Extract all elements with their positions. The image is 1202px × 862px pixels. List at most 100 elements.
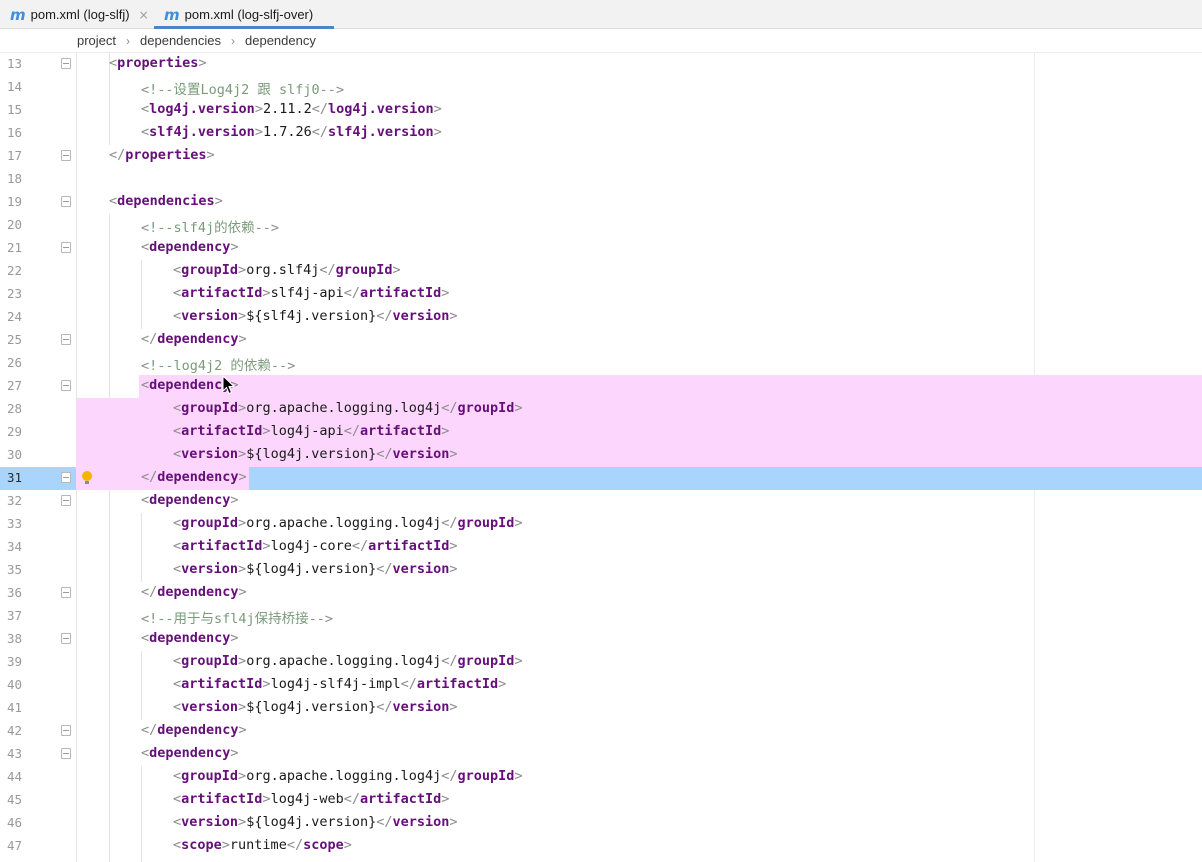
code-line[interactable]: 47 <scope>runtime</scope> bbox=[0, 835, 1202, 858]
code-line[interactable]: 30 <version>${log4j.version}</version> bbox=[0, 444, 1202, 467]
code-line[interactable]: 26 <!--log4j2 的依赖--> bbox=[0, 352, 1202, 375]
close-icon[interactable]: × bbox=[139, 8, 149, 22]
xml-tag-name: version bbox=[181, 814, 239, 830]
code-text: <artifactId>log4j-web</artifactId> bbox=[173, 791, 449, 807]
breadcrumb-item-project[interactable]: project bbox=[77, 33, 116, 48]
fold-toggle-icon[interactable] bbox=[61, 380, 71, 391]
code-editor[interactable]: 13 <properties> 14 <!--设置Log4j2 跟 slfj0--> 1… bbox=[0, 53, 1202, 862]
fold-toggle-icon[interactable] bbox=[61, 633, 71, 644]
xml-bracket: > bbox=[238, 262, 247, 278]
xml-text-value: log4j-web bbox=[270, 791, 344, 807]
xml-bracket: > bbox=[514, 515, 523, 531]
breadcrumb-separator: › bbox=[126, 33, 131, 48]
code-line[interactable]: 36 </dependency> bbox=[0, 582, 1202, 605]
code-line[interactable]: 28 <groupId>org.apache.logging.log4j</gro… bbox=[0, 398, 1202, 421]
code-line[interactable]: 24 <version>${slf4j.version}</version> bbox=[0, 306, 1202, 329]
fold-toggle-icon[interactable] bbox=[61, 196, 71, 207]
code-line[interactable]: 38 <dependency> bbox=[0, 628, 1202, 651]
line-number: 37 bbox=[6, 608, 22, 623]
code-line[interactable]: 43 <dependency> bbox=[0, 743, 1202, 766]
line-number: 25 bbox=[6, 332, 22, 347]
xml-bracket: < bbox=[173, 423, 182, 439]
fold-toggle-icon[interactable] bbox=[61, 725, 71, 736]
breadcrumb-item-dependencies[interactable]: dependencies bbox=[140, 33, 221, 48]
code-line[interactable]: 14 <!--设置Log4j2 跟 slfj0--> bbox=[0, 76, 1202, 99]
xml-tag-name: dependency bbox=[149, 377, 231, 393]
fold-toggle-icon[interactable] bbox=[61, 495, 71, 506]
code-line[interactable]: 17 </properties> bbox=[0, 145, 1202, 168]
code-line[interactable]: 15 <log4j.version>2.11.2</log4j.version> bbox=[0, 99, 1202, 122]
code-line[interactable]: 29 <artifactId>log4j-api</artifactId> bbox=[0, 421, 1202, 444]
xml-bracket: </ bbox=[311, 124, 328, 140]
xml-tag-name: groupId bbox=[181, 515, 239, 531]
line-number: 42 bbox=[6, 723, 22, 738]
code-line[interactable]: 44 <groupId>org.apache.logging.log4j</gro… bbox=[0, 766, 1202, 789]
xml-tag-name: scope bbox=[181, 837, 222, 853]
code-line[interactable]: 35 <version>${log4j.version}</version> bbox=[0, 559, 1202, 582]
fold-toggle-icon[interactable] bbox=[61, 334, 71, 345]
code-line[interactable]: 41 <version>${log4j.version}</version> bbox=[0, 697, 1202, 720]
code-line[interactable]: 16 <slf4j.version>1.7.26</slf4j.version> bbox=[0, 122, 1202, 145]
fold-toggle-icon[interactable] bbox=[61, 748, 71, 759]
tab-pom-log-slfj[interactable]: m pom.xml (log-slfj) × bbox=[10, 0, 149, 29]
line-number: 21 bbox=[6, 240, 22, 255]
fold-toggle-icon[interactable] bbox=[61, 242, 71, 253]
code-line[interactable]: 13 <properties> bbox=[0, 53, 1202, 76]
code-line[interactable]: 45 <artifactId>log4j-web</artifactId> bbox=[0, 789, 1202, 812]
code-line[interactable]: 19 <dependencies> bbox=[0, 191, 1202, 214]
xml-text-value: org.apache.logging.log4j bbox=[246, 768, 442, 784]
xml-tag-name: groupId bbox=[335, 262, 393, 278]
xml-bracket: > bbox=[238, 400, 247, 416]
code-line[interactable]: 37 <!--用于与sfl4j保持桥接--> bbox=[0, 605, 1202, 628]
xml-bracket: > bbox=[449, 308, 458, 324]
fold-toggle-icon[interactable] bbox=[61, 587, 71, 598]
code-line[interactable]: 40 <artifactId>log4j-slf4j-impl</artifact… bbox=[0, 674, 1202, 697]
code-line[interactable]: 18 bbox=[0, 168, 1202, 191]
code-line[interactable]: 46 <version>${log4j.version}</version> bbox=[0, 812, 1202, 835]
xml-bracket: > bbox=[214, 193, 223, 209]
code-line[interactable]: 27 <dependency> bbox=[0, 375, 1202, 398]
code-line[interactable]: 39 <groupId>org.apache.logging.log4j</gro… bbox=[0, 651, 1202, 674]
xml-bracket: > bbox=[238, 653, 247, 669]
code-line[interactable]: 23 <artifactId>slf4j-api</artifactId> bbox=[0, 283, 1202, 306]
code-text: <!--slf4j的依赖--> bbox=[141, 216, 279, 236]
xml-bracket: > bbox=[238, 722, 247, 738]
code-line[interactable]: 32 <dependency> bbox=[0, 490, 1202, 513]
xml-tag-name: scope bbox=[303, 837, 344, 853]
xml-tag-name: version bbox=[392, 699, 450, 715]
code-line[interactable]: 21 <dependency> bbox=[0, 237, 1202, 260]
fold-toggle-icon[interactable] bbox=[61, 472, 71, 483]
xml-bracket: > bbox=[270, 220, 280, 236]
code-line[interactable]: 31 </dependency> bbox=[0, 467, 1202, 490]
code-text: <artifactId>slf4j-api</artifactId> bbox=[173, 285, 449, 301]
xml-bracket: > bbox=[221, 837, 230, 853]
xml-tag-name: version bbox=[181, 699, 239, 715]
code-line[interactable]: 42 </dependency> bbox=[0, 720, 1202, 743]
lightbulb-icon[interactable] bbox=[82, 471, 92, 485]
xml-bracket: > bbox=[238, 515, 247, 531]
code-text: <artifactId>log4j-core</artifactId> bbox=[173, 538, 458, 554]
code-line[interactable]: 25 </dependency> bbox=[0, 329, 1202, 352]
code-line[interactable]: 22 <groupId>org.slf4j</groupId> bbox=[0, 260, 1202, 283]
line-number: 45 bbox=[6, 792, 22, 807]
xml-bracket: > bbox=[335, 82, 345, 98]
fold-toggle-icon[interactable] bbox=[61, 58, 71, 69]
code-line[interactable]: 33 <groupId>org.apache.logging.log4j</gro… bbox=[0, 513, 1202, 536]
xml-bracket: > bbox=[238, 331, 247, 347]
xml-text-value: 2.11.2 bbox=[262, 101, 312, 117]
xml-tag-name: version bbox=[392, 561, 450, 577]
maven-m-icon: m bbox=[164, 5, 180, 24]
code-line[interactable]: 34 <artifactId>log4j-core</artifactId> bbox=[0, 536, 1202, 559]
xml-bracket: > bbox=[238, 768, 247, 784]
xml-bracket: < bbox=[109, 193, 118, 209]
tab-pom-log-slfj-over[interactable]: m pom.xml (log-slfj-over) bbox=[154, 0, 334, 29]
xml-text-value: log4j-slf4j-impl bbox=[270, 676, 401, 692]
code-text: <artifactId>log4j-slf4j-impl</artifactId… bbox=[173, 676, 506, 692]
breadcrumb-item-dependency[interactable]: dependency bbox=[245, 33, 316, 48]
code-text: <!--用于与sfl4j保持桥接--> bbox=[141, 607, 333, 627]
fold-toggle-icon[interactable] bbox=[61, 150, 71, 161]
xml-bracket: < bbox=[141, 630, 150, 646]
breadcrumb-separator: › bbox=[231, 33, 235, 48]
code-line[interactable]: 20 <!--slf4j的依赖--> bbox=[0, 214, 1202, 237]
xml-bracket: < bbox=[141, 745, 150, 761]
